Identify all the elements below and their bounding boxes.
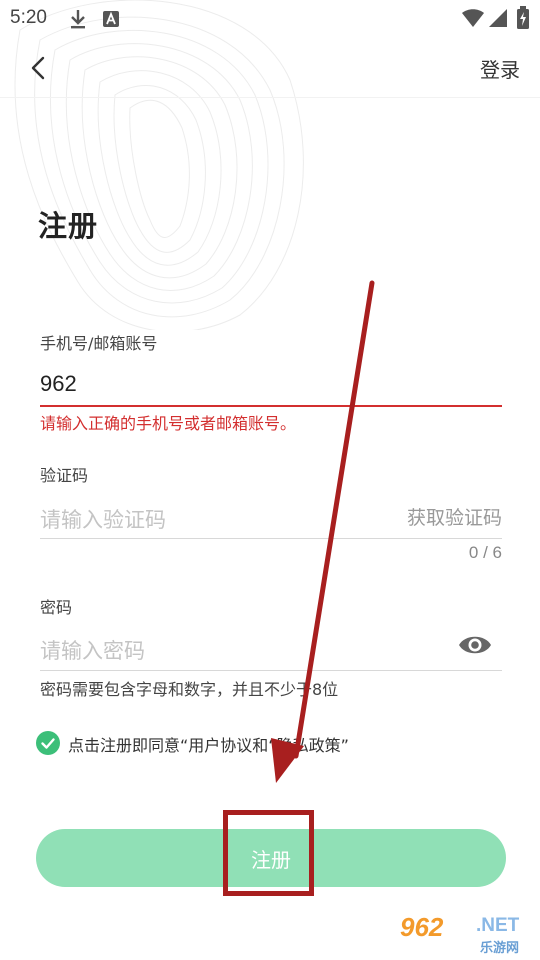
status-time: 5:20: [10, 7, 47, 28]
page-title: 注册: [38, 209, 99, 243]
site-watermark: 962 .NET 乐游网: [400, 912, 534, 956]
eye-icon: [459, 636, 491, 654]
watermark-net: .NET: [476, 915, 520, 936]
password-visibility-toggle[interactable]: [458, 631, 492, 659]
battery-icon: [517, 6, 529, 29]
password-hint: 密码需要包含字母和数字，并且不少于8位: [40, 680, 339, 699]
wifi-icon: [462, 9, 484, 27]
back-button[interactable]: [20, 48, 60, 88]
watermark-sub: 乐游网: [480, 941, 520, 956]
login-link[interactable]: 登录: [480, 54, 520, 83]
chevron-left-icon: [31, 56, 45, 80]
code-label: 验证码: [40, 466, 89, 485]
account-error: 请输入正确的手机号或者邮箱账号。: [40, 414, 297, 433]
download-icon: [71, 10, 85, 29]
account-label: 手机号/邮箱账号: [40, 334, 158, 353]
annotation-highlight-box: [223, 810, 314, 896]
agreement-text: 点击注册即同意“用户协议和“隐私政策”: [68, 736, 349, 755]
code-counter: 0 / 6: [468, 543, 502, 562]
account-input[interactable]: 962: [40, 371, 77, 397]
signal-icon: [489, 9, 507, 27]
status-bar: 5:20: [0, 0, 540, 40]
get-code-button[interactable]: 获取验证码: [407, 503, 502, 530]
password-label: 密码: [40, 598, 73, 617]
account-underline: [40, 405, 502, 407]
code-input[interactable]: 请输入验证码: [40, 504, 166, 534]
password-underline: [40, 670, 502, 671]
password-input[interactable]: 请输入密码: [40, 635, 145, 665]
checkbox-checked-icon[interactable]: [36, 731, 60, 755]
nav-divider: [0, 97, 540, 98]
a-badge-icon: [103, 11, 119, 27]
code-underline: [40, 538, 502, 539]
watermark-logo: 962: [400, 912, 444, 942]
